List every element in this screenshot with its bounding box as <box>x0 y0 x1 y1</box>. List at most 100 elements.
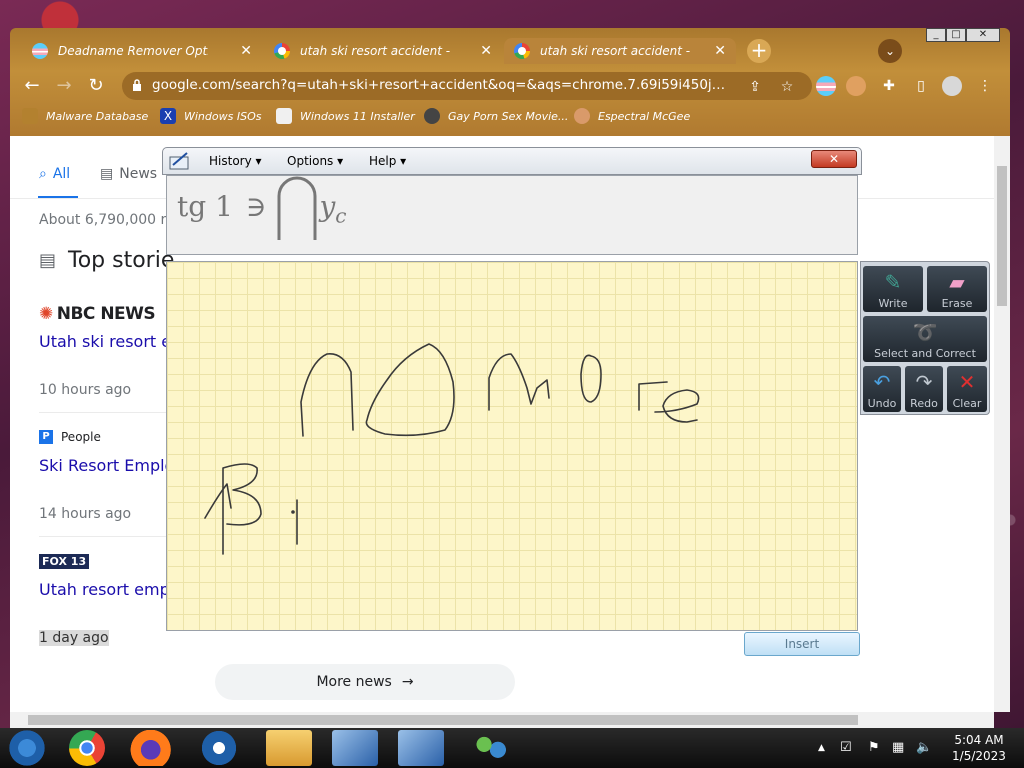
network-computer-icon[interactable] <box>398 730 444 766</box>
folder-icon[interactable] <box>266 730 312 766</box>
story-headline[interactable]: Ski Resort Emplo <box>39 456 174 475</box>
bookmark-espectral-mcgee[interactable]: Espectral McGee <box>574 108 690 124</box>
handwriting-strokes <box>204 343 700 555</box>
close-icon[interactable]: ✕ <box>240 43 252 59</box>
story-time: 14 hours ago <box>39 506 132 522</box>
write-button[interactable]: ✎ Write <box>863 266 923 312</box>
toolbar: ← → ↻ google.com/search?q=utah+ski+resor… <box>10 68 1010 104</box>
tab-google-search-1[interactable]: utah ski resort accident - Google ✕ <box>264 38 502 64</box>
handwriting-canvas[interactable] <box>166 261 858 631</box>
intersection-symbol <box>277 176 317 240</box>
flag-icon[interactable]: ⚑ <box>868 740 880 755</box>
bookmark-malware-database[interactable]: Malware Database <box>22 108 148 124</box>
url-text: google.com/search?q=utah+ski+resort+acci… <box>152 77 732 93</box>
tab-news[interactable]: ▤ News <box>100 166 157 182</box>
address-bar[interactable]: google.com/search?q=utah+ski+resort+acci… <box>122 72 812 100</box>
network-icon[interactable]: ▦ <box>892 740 904 755</box>
avatar-extension-icon[interactable] <box>846 76 866 96</box>
trans-flag-extension-icon[interactable] <box>816 76 836 96</box>
chrome-icon[interactable] <box>69 730 105 766</box>
google-icon <box>514 43 530 59</box>
window-close-button[interactable]: ✕ <box>966 28 1000 42</box>
people-logo-icon: P <box>39 430 53 444</box>
reload-button[interactable]: ↻ <box>84 74 108 98</box>
side-panel-icon[interactable]: ▯ <box>912 77 930 95</box>
minimize-button[interactable]: _ <box>926 28 946 42</box>
lock-icon <box>133 79 141 91</box>
stroke-e <box>654 389 700 423</box>
menu-history[interactable]: History ▾ <box>209 154 262 168</box>
reload-icon: ↻ <box>88 75 104 96</box>
globe-icon <box>424 108 440 124</box>
volume-icon[interactable]: 🔈 <box>916 740 932 755</box>
scrollbar-thumb[interactable] <box>997 166 1007 306</box>
close-icon[interactable]: ✕ <box>714 43 726 59</box>
insert-button[interactable]: Insert <box>744 632 860 656</box>
puzzle-icon[interactable]: ✚ <box>880 77 898 95</box>
arrow-right-icon: → <box>56 75 72 96</box>
x-icon: X <box>160 108 176 124</box>
eraser-icon: ▰ <box>949 270 965 294</box>
messenger-icon[interactable] <box>468 730 514 766</box>
tab-google-search-2[interactable]: utah ski resort accident - Google ✕ <box>504 38 736 64</box>
stroke-cap <box>300 353 354 437</box>
vertical-scrollbar[interactable] <box>994 136 1010 712</box>
story-time: 1 day ago <box>39 630 109 646</box>
profile-avatar[interactable] <box>942 76 962 96</box>
more-news-button[interactable]: More news → <box>215 664 515 700</box>
close-icon[interactable]: ✕ <box>480 43 492 59</box>
maximize-button[interactable]: □ <box>946 28 966 42</box>
bookmark-movie-site[interactable]: Gay Porn Sex Movie... <box>424 108 568 124</box>
share-icon[interactable]: ⇪ <box>746 78 764 96</box>
new-tab-button[interactable]: + <box>747 39 771 63</box>
firefox-icon[interactable] <box>130 730 176 766</box>
browser-chrome: Deadname Remover Options ✕ utah ski reso… <box>10 28 1010 136</box>
tab-deadname-remover[interactable]: Deadname Remover Options ✕ <box>22 38 262 64</box>
start-orb-icon[interactable] <box>4 730 50 766</box>
math-pen-icon <box>169 152 189 170</box>
stroke-blob <box>365 343 455 437</box>
stroke-0 <box>580 354 602 403</box>
math-panel-close-button[interactable]: ✕ <box>811 150 857 168</box>
math-panel-titlebar: History ▾ Options ▾ Help ▾ ✕ <box>162 147 862 175</box>
stroke-B <box>222 463 262 555</box>
horizontal-scrollbar[interactable] <box>10 712 994 728</box>
kebab-menu-icon[interactable]: ⋮ <box>976 77 994 95</box>
select-and-correct-button[interactable]: ➰ Select and Correct <box>863 316 987 362</box>
story-source: FOX 13 <box>39 554 90 569</box>
clear-button[interactable]: ✕ Clear <box>947 366 987 412</box>
avatar-icon <box>574 108 590 124</box>
result-count: About 6,790,000 re <box>39 212 175 228</box>
back-button[interactable]: ← <box>20 74 44 98</box>
system-clock[interactable]: 5:04 AM 1/5/2023 <box>944 732 1014 764</box>
menu-options[interactable]: Options ▾ <box>287 154 343 168</box>
stroke-n <box>488 353 550 411</box>
google-icon <box>274 43 290 59</box>
undo-button[interactable]: ↶ Undo <box>863 366 901 412</box>
network-computer-icon[interactable] <box>332 730 378 766</box>
folder-icon <box>22 108 38 124</box>
bookmark-windows-11-installer[interactable]: Windows 11 Installer <box>276 108 415 124</box>
redo-icon: ↷ <box>915 370 933 394</box>
stroke-dot <box>291 510 295 514</box>
bookmark-windows-isos[interactable]: X Windows ISOs <box>160 108 261 124</box>
action-center-icon[interactable]: ☑ <box>840 740 852 755</box>
redo-button[interactable]: ↷ Redo <box>905 366 943 412</box>
recognized-expression: tg 1 ∋ yc <box>177 176 347 240</box>
arrow-right-icon: → <box>401 674 414 690</box>
tab-search-button[interactable]: ⌄ <box>878 39 902 63</box>
bookmark-star-icon[interactable]: ☆ <box>778 78 796 96</box>
scrollbar-thumb[interactable] <box>28 715 858 725</box>
news-icon: ▤ <box>100 166 114 182</box>
math-preview-area: tg 1 ∋ yc <box>166 175 858 255</box>
news-icon: ▤ <box>39 250 57 271</box>
app-logo-icon[interactable] <box>196 730 242 766</box>
math-tools-palette: ✎ Write ▰ Erase ➰ Select and Correct ↶ U… <box>860 261 990 415</box>
chevron-down-icon: ⌄ <box>884 44 896 58</box>
forward-button[interactable]: → <box>52 74 76 98</box>
tray-chevron-icon[interactable]: ▲ <box>818 743 825 753</box>
menu-help[interactable]: Help ▾ <box>369 154 406 168</box>
erase-button[interactable]: ▰ Erase <box>927 266 987 312</box>
tab-all[interactable]: ⌕ All <box>39 166 70 182</box>
nbc-peacock-icon: ✺ <box>39 304 53 324</box>
